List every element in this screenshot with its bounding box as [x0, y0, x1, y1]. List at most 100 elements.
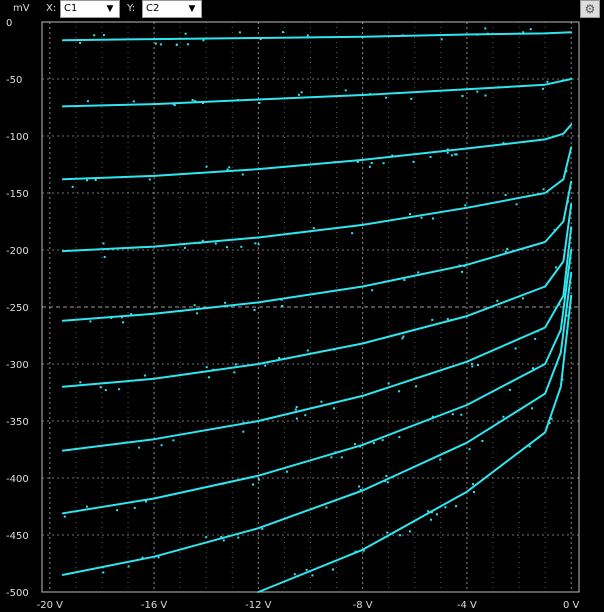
trace-sample-dot [240, 245, 243, 248]
trace-sample-dot [542, 87, 545, 90]
trace-sample-dot [450, 319, 452, 322]
trace-sample-dot [71, 185, 74, 188]
trace-sample-dot [412, 160, 415, 163]
trace-sample-dot [296, 575, 299, 578]
trace-sample-dot [565, 314, 568, 317]
trace-sample-dot [148, 178, 151, 181]
trace-sample-dot [311, 574, 314, 577]
trace-sample-dot [138, 446, 141, 449]
trace-sample-dot [439, 458, 442, 461]
x-axis-ticks: -20 V -16 V -12 V -8 V -4 V 0 V [37, 600, 580, 611]
y-tick-label: -400 [6, 474, 29, 485]
trace-sample-dot [125, 441, 128, 444]
trace-sample-dot [181, 309, 184, 312]
trace-sample-dot [403, 279, 406, 281]
y-tick-label: -450 [6, 531, 29, 542]
trace-sample-dot [205, 366, 208, 369]
trace-sample-dot [79, 42, 82, 44]
grid [42, 21, 579, 593]
trace-sample-dot [207, 376, 210, 379]
trace-sample-dot [359, 488, 362, 491]
trace-sample-dot [371, 289, 374, 292]
trace-sample-dot [565, 170, 568, 173]
trace-sample-dot [444, 506, 447, 509]
trace-sample-dot [141, 556, 144, 559]
trace-sample-dot [496, 299, 499, 302]
trace-sample-dot [354, 443, 356, 446]
trace-sample-dot [121, 316, 124, 319]
trace-sample-dot [198, 242, 201, 244]
trace-sample-dot [506, 247, 509, 250]
trace-sample-dot [86, 179, 89, 182]
trace-sample-dot [175, 43, 178, 46]
trace-sample-dot [79, 381, 82, 384]
trace-sample-dot [358, 485, 361, 488]
trace-sample-dot [420, 216, 423, 219]
trace-sample-dot [385, 474, 388, 477]
trace-sample-dot [340, 456, 343, 459]
trace-sample-dot [464, 204, 467, 207]
trace-sample-dot [410, 97, 413, 100]
trace-sample-dot [431, 415, 434, 418]
trace-sample-dot [306, 349, 309, 352]
trace-sample-dot [110, 316, 113, 319]
trace-sample-dot [368, 165, 371, 168]
trace-sample-dot [362, 549, 365, 552]
trace-sample-dot [259, 38, 262, 40]
trace-sample-dot [237, 536, 240, 539]
trace-sample-dot [399, 534, 402, 537]
trace-sample-dot [214, 242, 217, 245]
trace-sample-dot [196, 101, 199, 104]
trace-sample-dot [294, 408, 297, 411]
trace-sample-dot [226, 168, 229, 171]
trace-sample-dot [143, 374, 146, 377]
trace-sample-dot [515, 203, 518, 206]
trace-sample-dot [233, 371, 236, 374]
trace-sample-dot [220, 536, 223, 539]
trace-sample-dot [63, 515, 66, 518]
trace-sample-dot [264, 364, 267, 367]
trace-sample-dot [415, 385, 418, 388]
y-tick-label: -300 [6, 360, 29, 371]
y-tick-label: -350 [6, 417, 29, 428]
trace-sample-dot [320, 400, 323, 403]
trace-sample-dot [417, 271, 420, 274]
trace-sample-dot [476, 364, 479, 366]
trace-sample-dot [186, 43, 189, 46]
trace-sample-dot [387, 382, 390, 385]
trace-sample-dot [295, 231, 298, 234]
trace-sample-dot [356, 161, 359, 163]
trace-sample-dot [409, 213, 411, 216]
trace-sample-dot [306, 34, 309, 37]
trace-sample-dot [238, 31, 241, 34]
trace-sample-dot [476, 33, 479, 36]
trace-sample-dot [226, 246, 228, 249]
trace-sample-dot [470, 362, 473, 365]
x-tick-label: -8 V [353, 600, 373, 611]
trace-sample-dot [529, 28, 532, 31]
trace-sample-dot [548, 422, 551, 425]
trace-sample-dot [440, 38, 443, 41]
trace-sample-dot [455, 505, 458, 508]
trace-sample-dot [304, 414, 307, 417]
trace-sample-dot [460, 413, 463, 416]
trace-sample-dot [436, 513, 438, 516]
trace-sample-dot [333, 407, 335, 410]
trace-sample-dot [104, 389, 107, 392]
trace-sample-dot [432, 217, 434, 220]
trace-sample-dot [386, 531, 389, 534]
trace-sample-dot [450, 154, 453, 157]
trace-sample-dot [461, 95, 464, 97]
x-tick-label: -16 V [141, 600, 168, 611]
trace-sample-dot [502, 415, 505, 418]
trace-sample-dot [554, 266, 557, 269]
trace-sample-dot [522, 31, 525, 34]
y-tick-label: -250 [6, 303, 29, 314]
trace-sample-dot [427, 510, 430, 513]
trace-sample-dot [446, 151, 449, 154]
trace-sample-dot [455, 208, 458, 211]
trace-sample-dot [431, 318, 434, 321]
x-tick-label: -20 V [37, 600, 64, 611]
trace-9 [61, 271, 573, 576]
trace-sample-dot [476, 90, 479, 93]
